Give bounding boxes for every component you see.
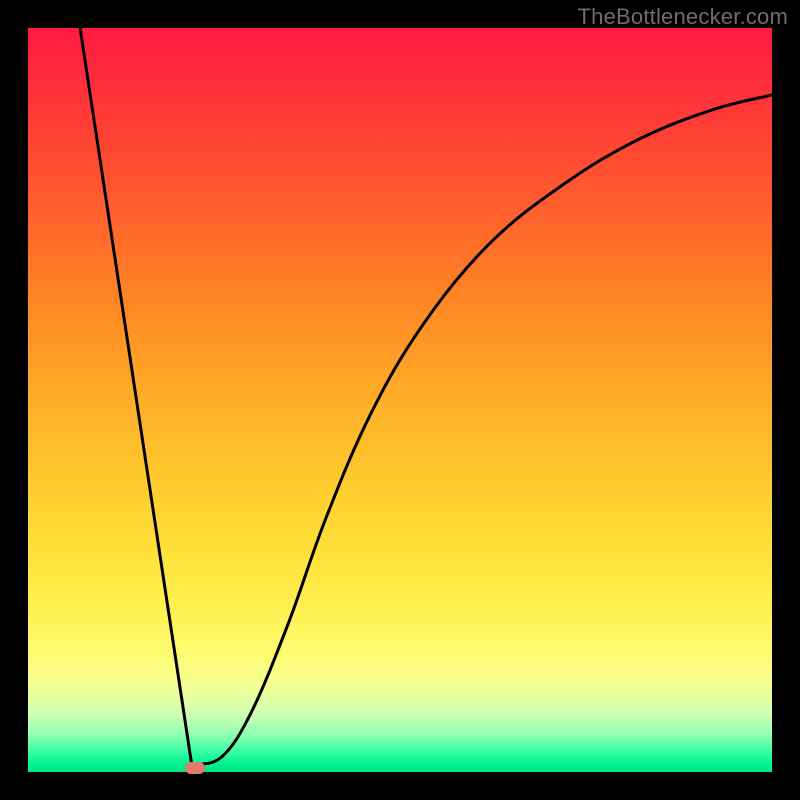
watermark-text: TheBottlenecker.com — [578, 4, 788, 30]
plot-area — [28, 28, 772, 772]
chart-frame: TheBottlenecker.com — [0, 0, 800, 800]
trough-marker — [185, 762, 205, 774]
curve-path — [80, 28, 772, 765]
bottleneck-curve — [28, 28, 772, 772]
